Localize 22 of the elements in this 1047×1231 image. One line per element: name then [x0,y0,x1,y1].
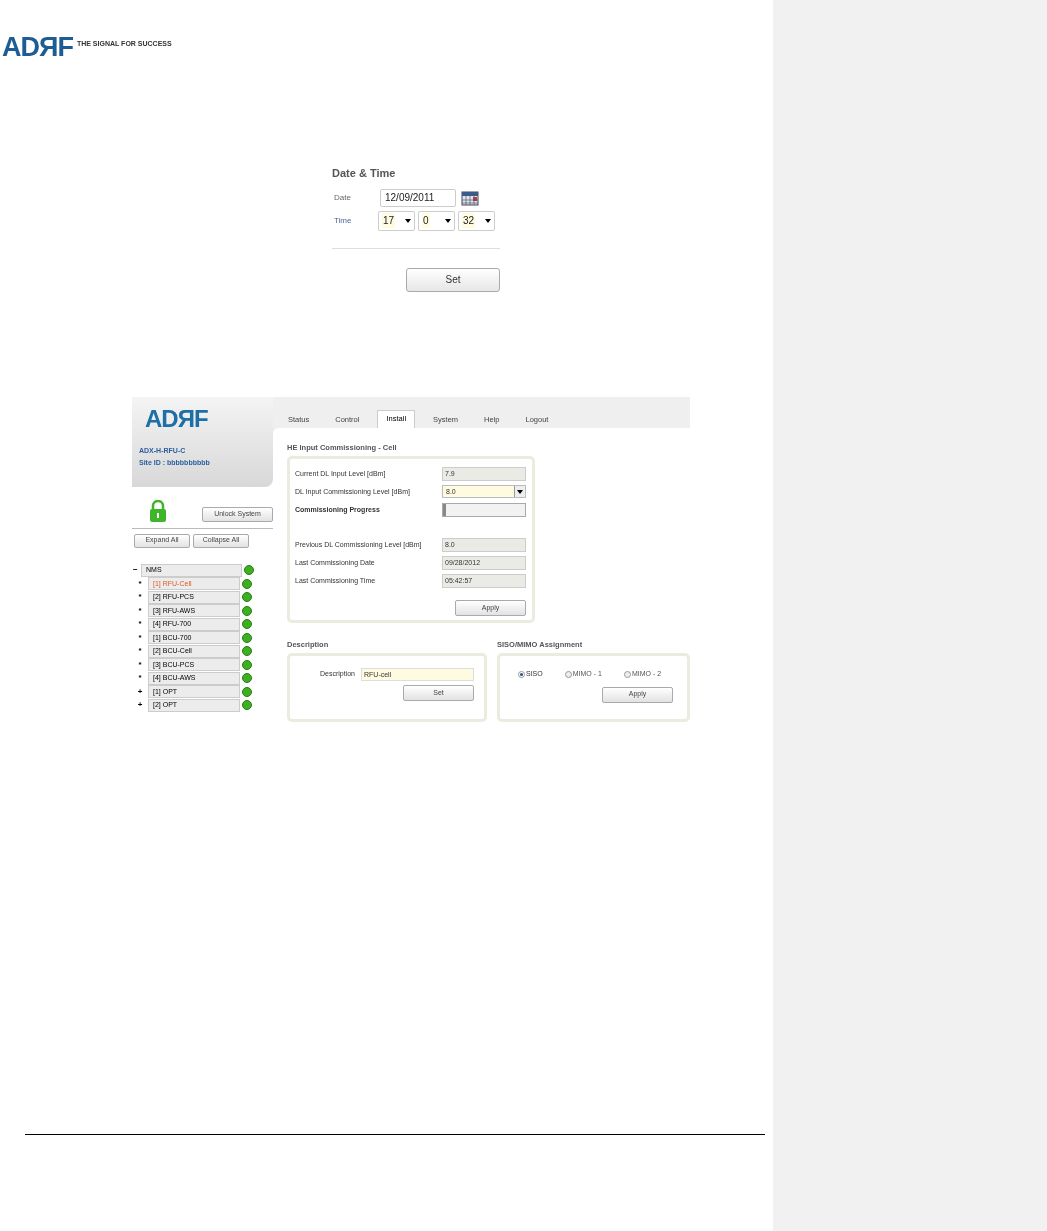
tree-toggle[interactable]: * [132,631,148,644]
tree-toggle[interactable]: + [132,685,148,698]
time-select[interactable]: 32 [458,210,495,231]
tree-toggle[interactable]: * [132,658,148,671]
tree-toggle[interactable]: − [132,564,141,577]
field-label: Date [333,191,352,204]
tree-toggle[interactable]: * [132,591,148,604]
section-title: Date & Time [332,166,397,181]
set-button[interactable]: Set [406,267,500,292]
logo: ADЯF [2,34,73,61]
calendar-icon[interactable] [461,189,479,206]
tree-toggle[interactable]: * [132,577,148,590]
date-field[interactable]: 12/09/2011 [380,188,456,207]
field-label: Time [333,214,353,227]
time-select[interactable]: 0 [418,210,455,231]
tree-toggle[interactable]: * [132,645,148,658]
tree-toggle[interactable]: * [132,604,148,617]
tree-toggle[interactable]: * [132,672,148,685]
time-select[interactable]: 17 [378,210,415,231]
tree-toggle[interactable]: + [132,699,148,712]
tree-toggle[interactable]: * [132,618,148,631]
logo: ADЯF [145,406,208,431]
